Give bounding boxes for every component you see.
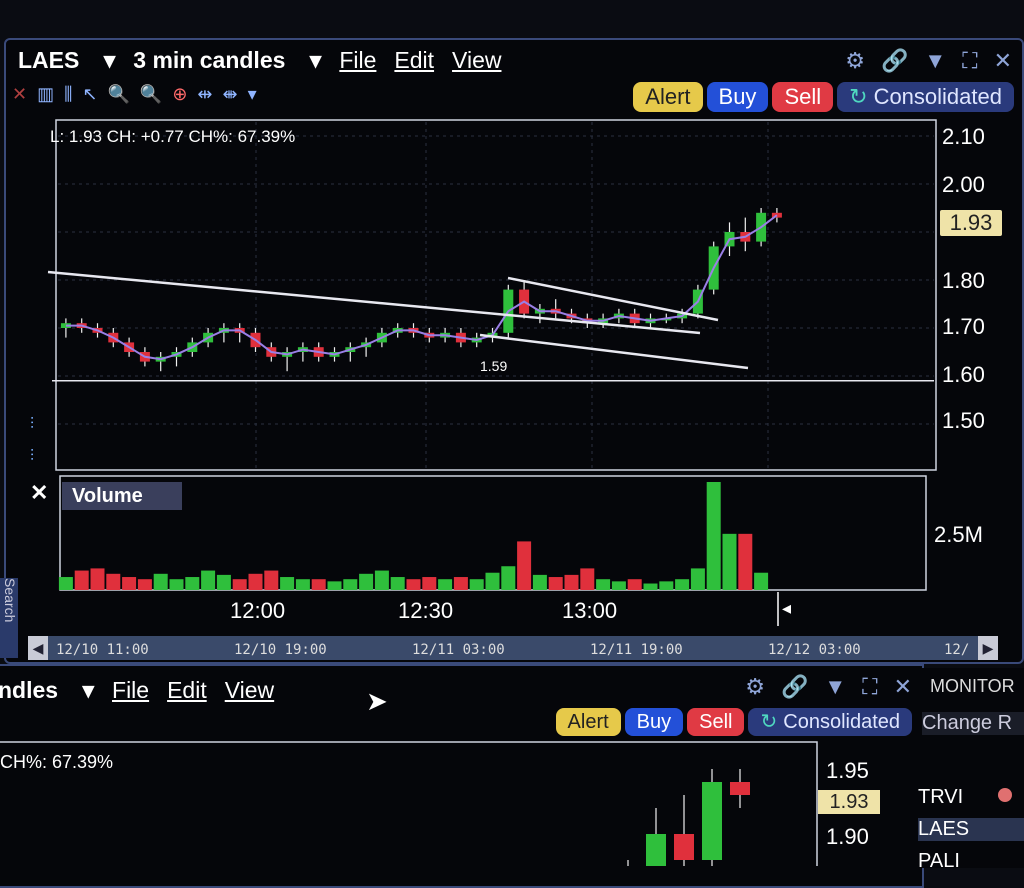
last-price-tag: 1.93 [818, 790, 880, 814]
monitor-panel: MONITOR Change R TRVI LAES PALI [918, 668, 1024, 872]
alert-dot-icon [998, 788, 1012, 802]
monitor-row-pali[interactable]: PALI [918, 850, 960, 873]
monitor-title: MONITOR [930, 676, 1015, 696]
monitor-row-trvi[interactable]: TRVI [918, 786, 963, 809]
candle-body [702, 782, 722, 860]
monitor-column-header[interactable]: Change R [922, 712, 1024, 735]
candle-body [730, 782, 750, 795]
y-tick: 1.95 [826, 758, 869, 783]
candle-body [674, 834, 694, 860]
candle-body [646, 834, 666, 866]
monitor-row-laes[interactable]: LAES [918, 818, 1024, 841]
y-tick: 1.90 [826, 824, 869, 849]
price-panel-frame [0, 741, 818, 866]
price-chart-bottom[interactable] [0, 0, 1024, 866]
